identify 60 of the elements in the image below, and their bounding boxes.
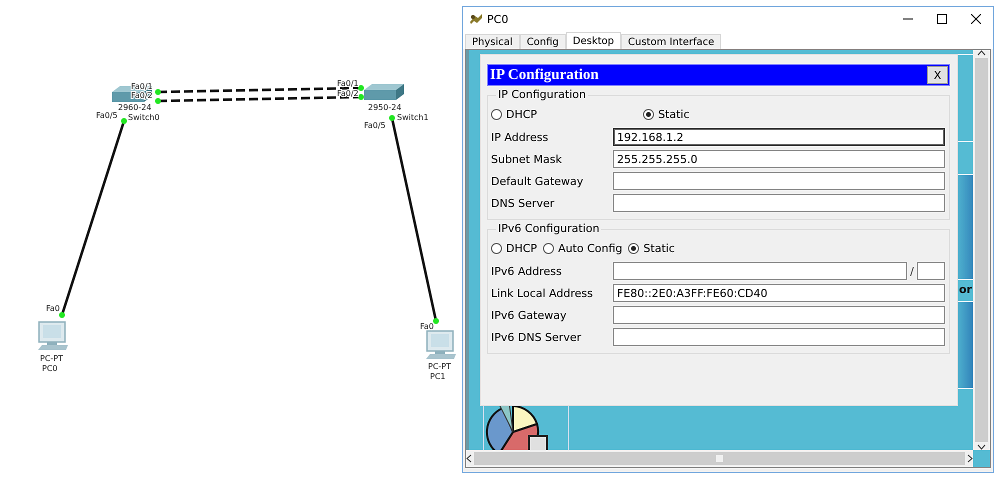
input-field[interactable] [613,328,945,346]
input-field[interactable] [613,262,907,280]
field-label: IPv6 Address [491,264,563,278]
port-label: Fa0/1 [131,82,153,91]
prefix-field[interactable] [917,262,945,280]
vertical-scrollbar[interactable] [973,50,990,450]
device-model: 2960-24 [118,103,152,112]
radio-option[interactable]: Static [643,108,690,120]
device-name: PC1 [430,372,446,381]
input-field[interactable]: 255.255.255.0 [613,150,945,168]
device-model: PC-PT [40,354,64,363]
group-legend: IPv6 Configuration [496,222,602,235]
input-field[interactable] [613,194,945,212]
tab[interactable]: Config [520,34,566,49]
input-field[interactable] [613,172,945,190]
port-label: Fa0/5 [364,121,386,130]
close-icon [971,14,981,24]
tab[interactable]: Desktop [566,32,622,49]
maximize-icon [937,14,947,24]
field-label: IP Address [491,130,550,144]
radio-option[interactable]: Auto Config [543,242,622,254]
input-field[interactable]: FE80::2E0:A3FF:FE60:CD40 [613,284,945,302]
device-name: PC0 [42,364,58,373]
field-label: IPv6 DNS Server [491,330,582,344]
window-title: PC0 [487,12,510,26]
radio-option[interactable]: Static [628,242,675,254]
scroll-thumb[interactable] [474,452,965,465]
dialog-title: IP Configuration [490,66,599,84]
device-model: PC-PT [428,362,452,371]
radio-option[interactable]: DHCP [491,242,538,254]
port-label: Fa0/2 [131,91,153,100]
port-label: Fa0/1 [337,79,359,88]
field-label: Link Local Address [491,286,594,300]
port-label: Fa0/2 [337,89,359,98]
port-label: Fa0/5 [96,111,118,120]
computer-icon[interactable] [38,321,68,350]
horizontal-scrollbar[interactable] [466,450,973,467]
field-label: IPv6 Gateway [491,308,568,322]
device-name: Switch1 [397,113,429,122]
scroll-thumb[interactable] [975,58,988,442]
input-field[interactable] [613,306,945,324]
port-label: Fa0 [420,322,434,331]
port-label: Fa0 [46,304,60,313]
dialog-close-button[interactable]: X [927,66,948,84]
field-label: Subnet Mask [491,152,563,166]
separator-slash: / [909,264,915,278]
device-name: Switch0 [128,113,160,122]
field-label: DNS Server [491,196,556,210]
app-icon [469,13,483,25]
device-model: 2950-24 [368,103,402,112]
desktop-text: or [959,283,972,296]
field-label: Default Gateway [491,174,584,188]
input-field[interactable]: 192.168.1.2 [613,128,945,146]
grip-icon [716,455,723,462]
group-legend: IP Configuration [496,88,588,101]
tab[interactable]: Physical [465,34,520,49]
computer-icon[interactable] [426,330,456,359]
tab[interactable]: Custom Interface [621,34,722,49]
radio-option[interactable]: DHCP [491,108,538,120]
switch-icon[interactable] [364,84,404,100]
